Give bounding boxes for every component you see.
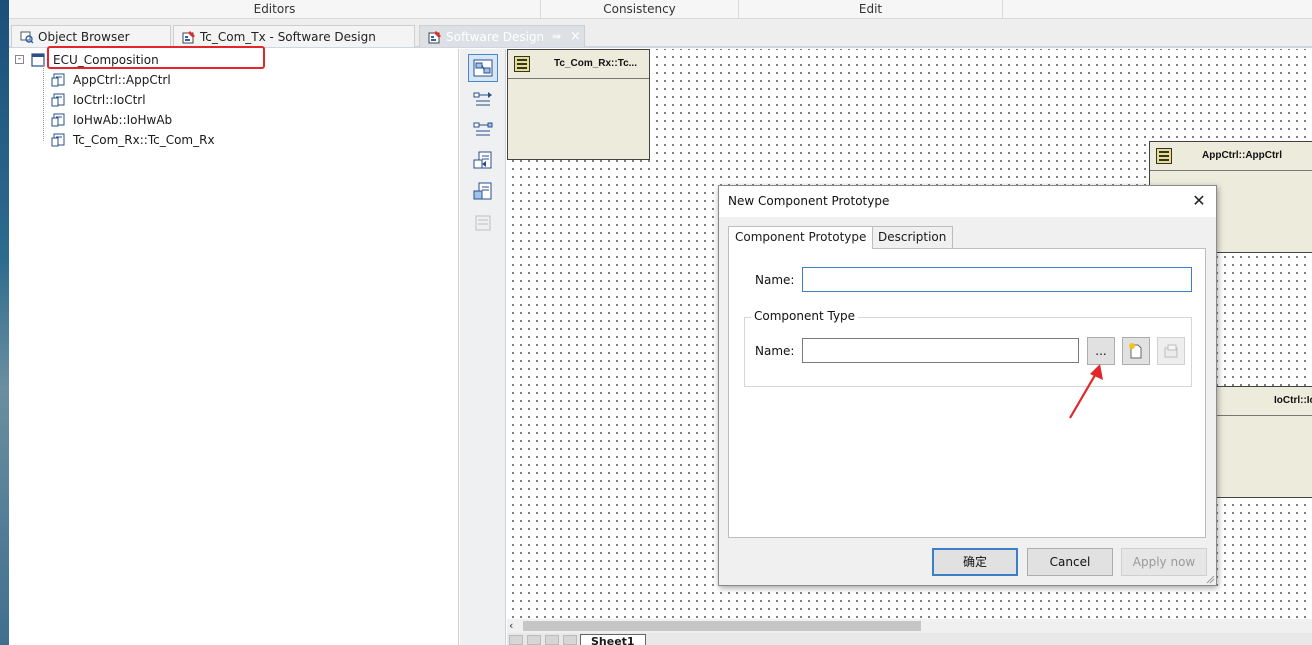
dialog-title-bar: New Component Prototype ✕ [719,186,1216,217]
tree-item-label: IoCtrl::IoCtrl [73,93,146,107]
component-header: IoCtrl::Io [1208,387,1312,416]
ribbon-group-consistency: Consistency [541,0,739,19]
new-type-button[interactable] [1122,337,1150,365]
next-sheet-icon[interactable] [545,635,559,645]
tab-component-prototype[interactable]: Component Prototype [728,226,874,249]
palette-select-button[interactable] [468,54,498,82]
add-port-icon [473,151,492,169]
component-header: Tc_Com_Rx::Tc... [508,50,649,79]
tree-item-label: IoHwAb::IoHwAb [73,113,173,127]
tab-object-browser[interactable]: Object Browser [11,25,171,47]
first-sheet-icon[interactable] [509,635,523,645]
software-design-icon [182,31,195,44]
new-document-icon [1129,343,1142,359]
palette-disabled-button[interactable] [468,209,498,237]
previous-sheet-icon[interactable] [527,635,541,645]
composition-tool-icon [473,59,493,77]
component-type-icon [1156,148,1172,164]
component-type-legend: Component Type [751,309,859,323]
dialog-title: New Component Prototype [728,194,890,208]
tab-label: Tc_Com_Tx - Software Design [200,30,376,44]
prototype-name-input[interactable] [802,267,1192,292]
tree-item-ioctrl[interactable]: IoCtrl::IoCtrl [9,90,449,110]
tree-item-label: AppCtrl::AppCtrl [73,73,171,87]
tab-description[interactable]: Description [871,226,954,248]
tree-item-tc-com-rx[interactable]: Tc_Com_Rx::Tc_Com_Rx [9,130,449,150]
collapse-icon[interactable]: - [15,55,24,64]
pin-tab-icon[interactable]: ⇛ [552,26,561,48]
tree-item-label: Tc_Com_Rx::Tc_Com_Rx [73,133,215,147]
tree-item-iohwab[interactable]: IoHwAb::IoHwAb [9,110,449,130]
palette-delegation-button[interactable] [468,116,498,144]
component-title: Tc_Com_Rx::Tc... [554,58,637,69]
tab-tc-com-tx-software-design[interactable]: Tc_Com_Tx - Software Design [173,25,415,47]
component-prototype-panel: Name: Component Type Name: ... [728,248,1206,538]
add-component-icon [473,182,492,200]
component-prototype-icon [51,73,65,87]
component-prototype-icon [51,133,65,147]
component-prototype-icon [51,93,65,107]
canvas-horizontal-scrollbar[interactable]: ‹ [507,619,1312,633]
component-type-icon [514,56,530,72]
component-prototype-icon [51,113,65,127]
scrollbar-thumb[interactable] [523,621,921,631]
ribbon-group-bar: Editors Consistency Edit [9,0,1312,19]
component-box-tc-com-rx[interactable]: Tc_Com_Rx::Tc... [507,49,650,160]
type-name-input[interactable] [802,338,1079,363]
sheet-tab-sheet1[interactable]: Sheet1 [580,634,646,645]
red-highlight-box [47,46,265,69]
apply-now-button[interactable]: Apply now [1121,548,1207,576]
cancel-button[interactable]: Cancel [1027,548,1113,576]
scroll-left-icon[interactable]: ‹ [509,619,513,632]
object-tree-panel: - ECU_Composition AppCtrl::AppCtrl IoCtr… [9,49,459,645]
ribbon-group-editors: Editors [9,0,541,19]
close-tab-icon[interactable]: × [570,26,581,48]
component-title: IoCtrl::Io [1274,395,1312,406]
object-browser-icon [20,31,34,44]
ok-button[interactable]: 确定 [932,548,1018,576]
new-component-prototype-dialog: New Component Prototype ✕ Component Prot… [718,185,1217,586]
resize-grip-icon[interactable] [1205,574,1215,584]
tab-software-design[interactable]: Software Design ⇛ × [419,25,585,47]
delegation-connector-icon [473,122,493,136]
document-tab-bar: Object Browser Tc_Com_Tx - Software Desi… [9,19,1312,48]
component-type-group: Component Type Name: ... [744,309,1192,387]
tab-label: Object Browser [38,30,130,44]
sheet-tab-bar: Sheet1 [507,633,1312,645]
tab-label: Software Design [446,30,545,44]
component-header: AppCtrl::AppCtrl [1150,142,1312,171]
component-title: AppCtrl::AppCtrl [1202,150,1282,161]
edit-type-button[interactable] [1157,337,1185,365]
prototype-name-label: Name: [755,273,795,287]
palette-connector-button[interactable] [468,86,498,114]
palette-add-component-button[interactable] [468,178,498,206]
edit-properties-icon [1164,344,1178,358]
software-design-icon [428,31,441,44]
ribbon-group-edit: Edit [739,0,1003,19]
tree-item-appctrl[interactable]: AppCtrl::AppCtrl [9,70,449,90]
last-sheet-icon[interactable] [563,635,577,645]
desktop-background-strip [0,0,9,645]
palette-add-port-button[interactable] [468,147,498,175]
port-connector-icon [473,92,492,106]
component-box-ioctrl[interactable]: IoCtrl::Io [1207,386,1312,498]
component-tool-disabled-icon [475,215,491,231]
diagram-palette-toolbar [464,49,506,645]
red-annotation-arrow-icon [1069,364,1103,419]
type-name-label: Name: [755,344,795,358]
close-icon[interactable]: ✕ [1188,190,1210,212]
